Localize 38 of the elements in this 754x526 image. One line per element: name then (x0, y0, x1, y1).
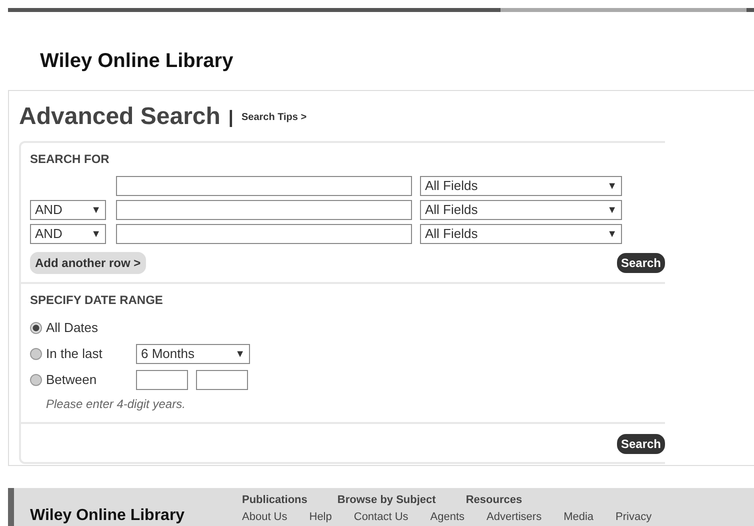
radio-button[interactable] (30, 348, 42, 360)
search-field[interactable] (116, 176, 412, 196)
footer-link[interactable]: About Us (242, 508, 288, 525)
search-field[interactable] (116, 224, 412, 244)
section-heading: SEARCH FOR (30, 151, 110, 168)
radio-label[interactable]: Between (46, 370, 136, 390)
year-field[interactable] (196, 370, 248, 390)
separator: | (228, 106, 234, 129)
footer-link[interactable]: Resources (466, 492, 522, 508)
site-logo[interactable]: Wiley Online Library (40, 46, 754, 90)
dropdown[interactable]: All Fields ▼ (420, 176, 622, 196)
footer-link[interactable]: Contact Us (354, 508, 408, 525)
footer-logo[interactable]: Wiley Online Library (30, 504, 242, 526)
search-tips-link[interactable]: Search Tips > (241, 110, 307, 124)
search-field[interactable] (116, 200, 412, 220)
year-field[interactable] (136, 370, 188, 390)
page-title: Advanced Search (19, 102, 220, 132)
search-button[interactable]: Search (616, 434, 665, 454)
footer-link[interactable]: Agents (430, 508, 465, 525)
footer-link[interactable]: Browse by Subject (337, 492, 436, 508)
footer-link[interactable]: Media (564, 508, 594, 525)
footer-link[interactable]: Help (309, 508, 332, 525)
footer-link[interactable]: Advertisers (486, 508, 542, 525)
hint-text: Please enter 4-digit years. (46, 396, 186, 413)
dropdown[interactable]: All Fields ▼ (420, 200, 622, 220)
radio-button[interactable] (30, 322, 42, 334)
dropdown[interactable]: 6 Months ▼ (136, 344, 250, 364)
add-row-button[interactable]: Add another row > (30, 252, 146, 274)
search-button[interactable]: Search (616, 253, 665, 273)
footer-link[interactable]: Publications (242, 492, 308, 508)
radio-button[interactable] (30, 374, 42, 386)
dropdown[interactable]: AND ▼ (30, 200, 106, 220)
dropdown[interactable]: AND ▼ (30, 224, 106, 244)
footer-link[interactable]: Privacy (616, 508, 652, 525)
radio-label[interactable]: In the last (46, 344, 136, 364)
radio-label[interactable]: All Dates (46, 318, 136, 338)
section-heading: SPECIFY DATE RANGE (30, 292, 164, 309)
dropdown[interactable]: All Fields ▼ (420, 224, 622, 244)
